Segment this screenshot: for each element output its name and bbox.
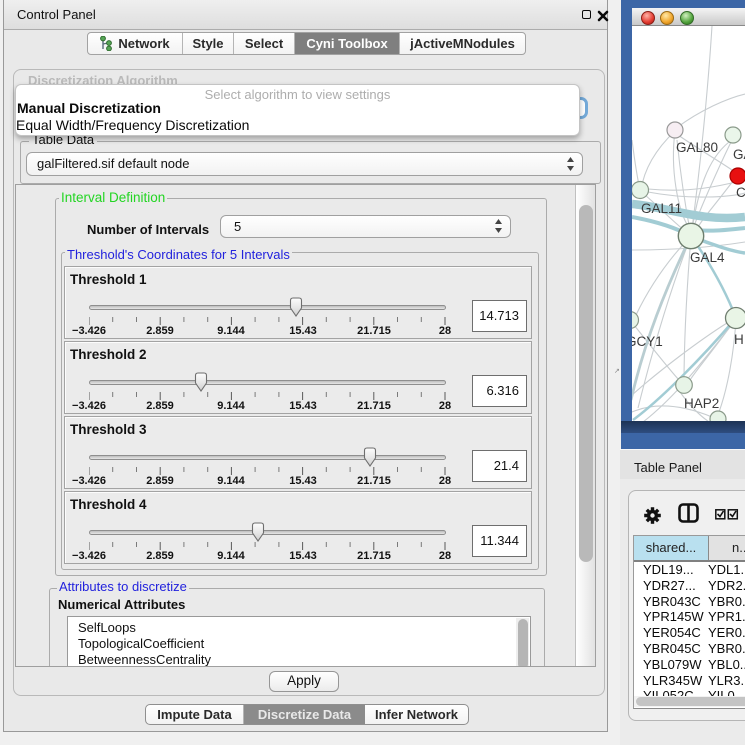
svg-text:GAL80: GAL80: [676, 140, 718, 155]
svg-text:GCY1: GCY1: [632, 334, 663, 349]
svg-text:GAL4: GAL4: [690, 250, 725, 265]
svg-text:H: H: [734, 332, 744, 347]
svg-text:GA: GA: [733, 147, 745, 162]
svg-text:GAL11: GAL11: [641, 201, 682, 216]
svg-text:C: C: [736, 185, 745, 200]
svg-text:HAP2: HAP2: [684, 396, 719, 411]
